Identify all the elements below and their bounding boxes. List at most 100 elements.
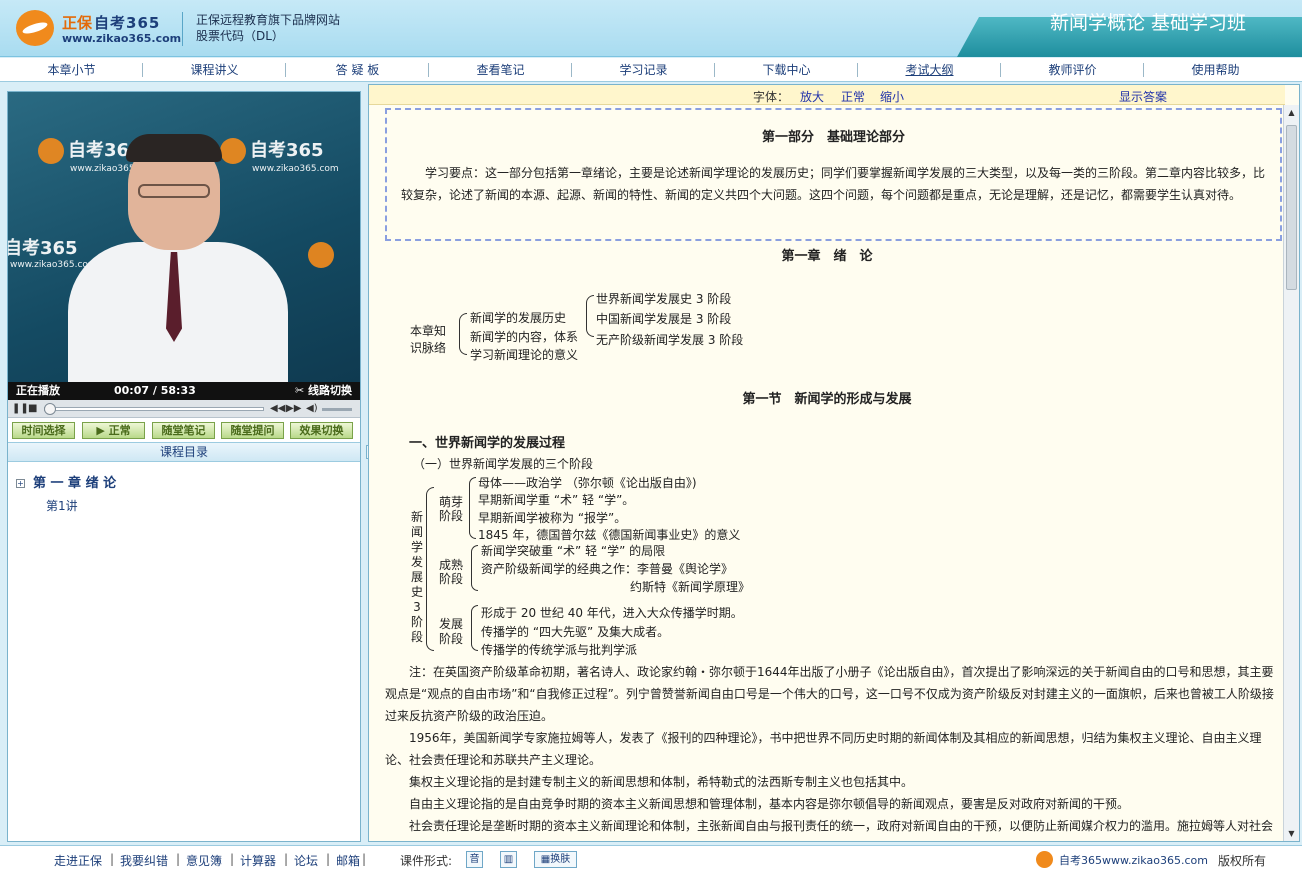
show-answer-link[interactable]: 显示答案 <box>1119 88 1167 105</box>
tagline-line-1: 正保远程教育旗下品牌网站 <box>196 13 341 27</box>
nav-study-record[interactable]: 学习记录 <box>572 58 715 81</box>
nav-exam-syllabus[interactable]: 考试大纲 <box>858 58 1001 81</box>
normal-speed-button[interactable]: ▶ 正常 <box>82 422 145 439</box>
logo-url: www.zikao365.com <box>62 32 182 45</box>
stage-3-item: 传播学的传统学派与批判学派 <box>481 643 638 657</box>
stage-2-item: 约斯特《新闻学原理》 <box>630 580 751 594</box>
play-time: 00:07 / 58:33 <box>114 384 196 397</box>
summary-box: 第一部分 基础理论部分 学习要点：这一部分包括第一章绪论，主要是论述新闻学理论的… <box>385 108 1282 241</box>
stage-1-item: 1845 年，德国普尔兹《德国新闻事业史》的意义 <box>478 528 741 542</box>
footer-link-about[interactable]: 走进正保 <box>54 852 102 869</box>
player-button-bar: 时间选择 ▶ 正常 随堂笔记 随堂提问 效果切换 <box>8 419 360 441</box>
header-divider <box>182 12 183 46</box>
font-toolbar: 字体： 放大 正常 缩小 显示答案 <box>369 85 1285 105</box>
time-select-button[interactable]: 时间选择 <box>12 422 75 439</box>
outline-root-line-1: 本章知 <box>410 324 447 338</box>
nav-chapter-summary[interactable]: 本章小节 <box>0 58 143 81</box>
font-shrink-link[interactable]: 缩小 <box>880 88 904 105</box>
stage-3-item: 形成于 20 世纪 40 年代，进入大众传播学时期。 <box>481 606 743 620</box>
stage-3-item: 传播学的 “四大先驱” 及集大成者。 <box>481 625 670 639</box>
copyright: 版权所有 <box>1218 854 1267 868</box>
body-paragraph: 社会责任理论是垄断时期的资本主义新闻理论和体制，主张新闻自由与报刊责任的统一，政… <box>409 819 1274 833</box>
class-notes-button[interactable]: 随堂笔记 <box>152 422 215 439</box>
site-logo[interactable]: 正保 自考365 www.zikao365.com <box>16 8 181 48</box>
effect-switch-button[interactable]: 效果切换 <box>290 422 353 439</box>
lecture-panel: 字体： 放大 正常 缩小 显示答案 第一部分 基础理论部分 学习要点：这一部分包… <box>368 84 1300 842</box>
nav-qa-board[interactable]: 答 疑 板 <box>286 58 429 81</box>
footer-link-calculator[interactable]: 计算器 <box>240 852 276 869</box>
font-label: 字体： <box>753 90 790 104</box>
watermark-logo-icon <box>38 138 64 164</box>
nav-download-center[interactable]: 下载中心 <box>715 58 858 81</box>
stage-2-name: 阶段 <box>439 572 464 586</box>
line-switch-button[interactable]: ✂ 线路切换 <box>295 382 352 400</box>
outline-brace <box>586 295 594 337</box>
stage-1-name: 阶段 <box>439 509 464 523</box>
class-question-button[interactable]: 随堂提问 <box>221 422 284 439</box>
lecture-scrollbar[interactable]: ▲ ▼ <box>1283 105 1299 841</box>
pause-icon[interactable]: ❚❚ <box>12 403 29 415</box>
site-name[interactable]: 自考365www.zikao365.com <box>1059 852 1208 868</box>
heading-level-2: （一）世界新闻学发展的三个阶段 <box>413 457 594 471</box>
scroll-up-icon[interactable]: ▲ <box>1284 105 1299 120</box>
outline-mid-item: 新闻学的发展历史 <box>470 311 567 325</box>
tree-chapter-1[interactable]: + 第 一 章 绪 论 <box>16 472 116 491</box>
courseware-format-label: 课件形式: <box>400 854 453 868</box>
footer: 走进正保 | 我要纠错 | 意见簿 | 计算器 | 论坛 | 邮箱 | 课件形式… <box>0 845 1302 874</box>
stages-root-label: 新闻学发展史3阶段 <box>410 510 423 644</box>
scroll-down-icon[interactable]: ▼ <box>1284 826 1299 841</box>
format-layout-icon[interactable]: ▥ <box>500 851 517 868</box>
tagline-line-2: 股票代码（DL） <box>196 29 284 43</box>
stage-1-item: 早期新闻学被称为 “报学”。 <box>478 511 627 525</box>
outline-root-line-2: 识脉络 <box>410 341 447 355</box>
stage-2-brace <box>471 545 478 591</box>
catalog-title: 课程目录 <box>8 442 360 462</box>
stage-1-brace <box>469 477 476 539</box>
watermark-logo-icon <box>308 242 334 268</box>
change-skin-button[interactable]: ▦换肤 <box>534 851 577 868</box>
expand-icon[interactable]: + <box>16 479 25 488</box>
scroll-thumb[interactable] <box>1286 125 1297 290</box>
rewind-icon[interactable]: ◀◀ <box>270 403 285 415</box>
lecturer <box>68 132 288 382</box>
format-audio-button[interactable]: 音 <box>466 851 483 868</box>
lecture-content: 第一部分 基础理论部分 学习要点：这一部分包括第一章绪论，主要是论述新闻学理论的… <box>369 105 1285 841</box>
nav-lecture-notes[interactable]: 课程讲义 <box>143 58 286 81</box>
video-player[interactable]: 自考365 www.zikao365.com 自考365 www.zikao365.… <box>8 92 360 382</box>
stage-1-item: 早期新闻学重 “术” 轻 “学”。 <box>478 493 635 507</box>
stop-icon[interactable]: ■ <box>28 403 37 415</box>
player-controls: ❚❚ ■ ◀◀ ▶▶ ◀) <box>8 400 360 418</box>
logo-mark-icon <box>16 10 54 46</box>
seek-bar[interactable] <box>44 407 264 411</box>
volume-slider[interactable] <box>322 408 352 411</box>
site-logo-icon <box>1036 851 1053 868</box>
left-panel: 自考365 www.zikao365.com 自考365 www.zikao365.… <box>7 91 361 842</box>
footer-link-feedback[interactable]: 意见簿 <box>186 852 222 869</box>
chapter-title: 第一章 绪 论 <box>781 249 873 264</box>
tree-lesson-1[interactable]: 第1讲 <box>46 497 78 514</box>
logo-brand: 正保 自考365 <box>62 14 161 32</box>
seek-knob[interactable] <box>44 403 57 415</box>
stage-1-item: 母体——政治学 （弥尔顿《论出版自由》) <box>478 476 697 490</box>
footer-link-mailbox[interactable]: 邮箱 <box>336 852 360 869</box>
forward-icon[interactable]: ▶▶ <box>286 403 301 415</box>
footer-link-report-error[interactable]: 我要纠错 <box>120 852 168 869</box>
stage-3-brace <box>471 605 478 651</box>
body-paragraph: 自由主义理论指的是自由竞争时期的资本主义新闻思想和管理体制，基本内容是弥尔顿倡导… <box>409 797 1130 811</box>
outline-right-item: 世界新闻学发展史 3 阶段 <box>596 292 732 306</box>
summary-text: 学习要点：这一部分包括第一章绪论，主要是论述新闻学理论的发展历史；同学们要掌握新… <box>401 166 1266 202</box>
heading-level-1: 一、世界新闻学的发展过程 <box>409 436 566 451</box>
body-paragraph: 1956年，美国新闻学专家施拉姆等人，发表了《报刊的四种理论》，书中把世界不同历… <box>385 731 1262 767</box>
nav-view-notes[interactable]: 查看笔记 <box>429 58 572 81</box>
font-enlarge-link[interactable]: 放大 <box>800 88 824 105</box>
section-title: 第一节 新闻学的形成与发展 <box>742 392 912 407</box>
footer-link-forum[interactable]: 论坛 <box>294 852 318 869</box>
nav-teacher-review[interactable]: 教师评价 <box>1001 58 1144 81</box>
nav-help[interactable]: 使用帮助 <box>1144 58 1287 81</box>
volume-icon[interactable]: ◀) <box>306 403 318 415</box>
stage-3-name: 阶段 <box>439 632 464 646</box>
main-nav: 本章小节 课程讲义 答 疑 板 查看笔记 学习记录 下载中心 考试大纲 教师评价… <box>0 58 1302 82</box>
font-normal-link[interactable]: 正常 <box>841 88 865 105</box>
outline-mid-item: 新闻学的内容，体系 <box>470 330 579 344</box>
outline-brace <box>459 313 467 355</box>
